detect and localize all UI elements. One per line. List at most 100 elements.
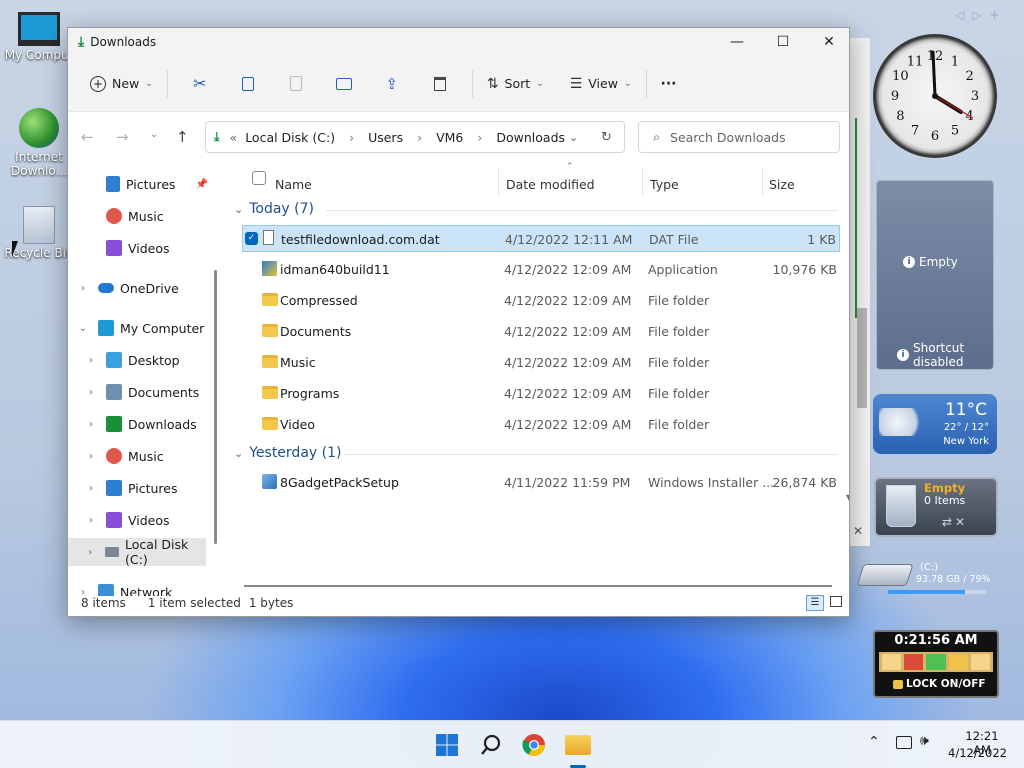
chevron-right-icon[interactable]: › xyxy=(84,419,98,430)
select-all-checkbox[interactable] xyxy=(252,171,266,185)
more-options-button[interactable]: ··· xyxy=(655,68,683,100)
cut-button[interactable]: ✂ xyxy=(176,68,224,100)
details-view-icon[interactable]: ☰ xyxy=(806,595,824,611)
nav-item-videos[interactable]: Videos xyxy=(68,234,208,262)
search-input[interactable]: ⌕ Search Downloads xyxy=(638,121,840,153)
table-row[interactable]: Compressed 4/12/2022 12:09 AM File folde… xyxy=(242,287,840,314)
table-row[interactable]: Video 4/12/2022 12:09 AM File folder xyxy=(242,411,840,438)
column-size[interactable]: Size xyxy=(769,177,795,192)
nav-item-pictures[interactable]: Pictures 📌 xyxy=(68,170,208,198)
recycle-bin-gadget[interactable]: Empty 0 Items ⇄✕ xyxy=(874,477,998,537)
weather-gadget[interactable]: 11°C 22° / 12° New York xyxy=(873,394,997,454)
timer-gadget[interactable]: 0:21:56 AM LOCK ON/OFF xyxy=(873,630,999,698)
desktop-icon-my-computer[interactable]: My Comput xyxy=(4,12,74,62)
table-row[interactable]: Music 4/12/2022 12:09 AM File folder xyxy=(242,349,840,376)
recycle-actions[interactable]: ⇄✕ xyxy=(942,515,968,529)
nav-item-pictures[interactable]: › Pictures xyxy=(68,474,208,502)
column-divider[interactable] xyxy=(498,168,499,196)
column-date[interactable]: Date modified xyxy=(506,177,595,192)
table-row[interactable]: idman640build11 4/12/2022 12:09 AM Appli… xyxy=(242,256,840,283)
minimize-button[interactable]: — xyxy=(714,28,760,56)
next-icon[interactable]: ▷ xyxy=(972,8,981,22)
nav-scrollbar[interactable] xyxy=(214,270,217,544)
table-row[interactable]: 8GadgetPackSetup 4/11/2022 11:59 PM Wind… xyxy=(242,469,840,496)
chevron-right-icon[interactable]: › xyxy=(84,387,98,398)
chevron-right-icon[interactable]: › xyxy=(84,515,98,526)
address-bar[interactable]: ⤓ « Local Disk (C:) › Users › VM6 › Down… xyxy=(205,121,625,153)
up-button[interactable]: ↑ xyxy=(176,128,189,146)
share-button[interactable]: ⇪ xyxy=(368,68,416,100)
breadcrumb-local-disk[interactable]: Local Disk (C:) xyxy=(245,130,335,145)
copy-button[interactable] xyxy=(224,68,272,100)
column-type[interactable]: Type xyxy=(650,177,679,192)
file-list-scrollbar[interactable]: ▼ xyxy=(846,188,849,502)
slideshow-gadget[interactable]: i Empty i Shortcut disabled xyxy=(876,180,994,370)
forward-button[interactable]: → xyxy=(116,128,129,146)
group-header-today[interactable]: ⌄ Today (7) xyxy=(234,201,314,217)
nav-item-music[interactable]: › Music xyxy=(68,442,208,470)
back-button[interactable]: ← xyxy=(81,128,94,146)
group-header-yesterday[interactable]: ⌄ Yesterday (1) xyxy=(234,445,341,461)
refresh-icon[interactable]: ↻ xyxy=(601,130,612,145)
restart-button-icon[interactable] xyxy=(926,654,946,670)
breadcrumb-overflow[interactable]: « xyxy=(230,130,238,145)
new-button[interactable]: + New ⌄ xyxy=(84,68,159,100)
maximize-button[interactable]: ☐ xyxy=(760,28,806,56)
key-button-icon[interactable] xyxy=(948,654,968,670)
file-explorer-button[interactable] xyxy=(564,731,592,759)
sort-button[interactable]: ⇅ Sort ⌄ xyxy=(481,68,550,100)
paste-button[interactable] xyxy=(272,68,320,100)
show-hidden-icons-button[interactable]: ⌃ xyxy=(868,734,880,750)
drive-gadget[interactable]: (C:) 93.78 GB / 79% xyxy=(856,558,998,598)
column-divider[interactable] xyxy=(762,168,763,196)
chrome-button[interactable] xyxy=(520,731,548,759)
chevron-down-icon[interactable]: ⌄ xyxy=(76,323,90,334)
clock-gadget[interactable]: 121234567891011 xyxy=(873,34,997,158)
clock-date[interactable]: 4/12/2022 xyxy=(948,746,1007,760)
breadcrumb-downloads[interactable]: Downloads xyxy=(496,130,565,145)
table-row[interactable]: Programs 4/12/2022 12:09 AM File folder xyxy=(242,380,840,407)
nav-item-videos[interactable]: › Videos xyxy=(68,506,208,534)
nav-item-music[interactable]: Music xyxy=(68,202,208,230)
scrollbar-thumb[interactable] xyxy=(857,308,867,408)
chevron-right-icon[interactable]: › xyxy=(76,283,90,294)
checkbox-checked-icon[interactable]: ✓ xyxy=(245,232,258,245)
nav-item-desktop[interactable]: › Desktop xyxy=(68,346,208,374)
chevron-right-icon[interactable]: › xyxy=(84,547,97,558)
close-button[interactable]: ✕ xyxy=(806,28,849,56)
delete-button[interactable] xyxy=(416,68,464,100)
scroll-down-icon[interactable]: ▼ xyxy=(846,493,849,502)
nav-item-downloads[interactable]: › Downloads xyxy=(68,410,208,438)
breadcrumb-vm6[interactable]: VM6 xyxy=(436,130,463,145)
table-row[interactable]: Documents 4/12/2022 12:09 AM File folder xyxy=(242,318,840,345)
nav-item-local-disk[interactable]: › Local Disk (C:) xyxy=(68,537,206,567)
close-icon[interactable]: ✕ xyxy=(853,524,863,538)
folder-button-icon[interactable] xyxy=(882,654,902,670)
add-gadget-icon[interactable]: + xyxy=(989,8,999,22)
search-button[interactable] xyxy=(477,731,505,759)
start-button[interactable] xyxy=(433,731,461,759)
breadcrumb-users[interactable]: Users xyxy=(368,130,403,145)
nav-item-documents[interactable]: › Documents xyxy=(68,378,208,406)
column-divider[interactable] xyxy=(642,168,643,196)
nav-item-my-computer[interactable]: ⌄ My Computer xyxy=(68,314,208,342)
table-row[interactable]: ✓ testfiledownload.com.dat 4/12/2022 12:… xyxy=(242,225,840,252)
lock-button-icon[interactable] xyxy=(970,654,991,670)
rename-button[interactable] xyxy=(320,68,368,100)
power-button-icon[interactable] xyxy=(904,654,924,670)
nav-item-onedrive[interactable]: › OneDrive xyxy=(68,274,208,302)
view-button[interactable]: ☰ View ⌄ xyxy=(564,68,638,100)
lock-toggle[interactable]: LOCK ON/OFF xyxy=(893,678,986,690)
network-icon[interactable] xyxy=(896,736,912,749)
volume-icon[interactable]: 🕪 xyxy=(920,733,929,749)
chevron-right-icon[interactable]: › xyxy=(84,355,98,366)
chevron-down-icon[interactable]: ⌄ xyxy=(569,131,578,144)
horizontal-scrollbar[interactable] xyxy=(244,585,832,587)
desktop-icon-internet-download-manager[interactable]: Internet Downlo... xyxy=(4,108,74,178)
recent-locations-button[interactable]: ⌄ xyxy=(150,129,158,140)
chevron-right-icon[interactable]: › xyxy=(84,451,98,462)
column-name[interactable]: Name xyxy=(275,177,312,192)
prev-icon[interactable]: ◁ xyxy=(955,8,964,22)
tiles-view-icon[interactable] xyxy=(830,596,842,607)
chevron-right-icon[interactable]: › xyxy=(84,483,98,494)
